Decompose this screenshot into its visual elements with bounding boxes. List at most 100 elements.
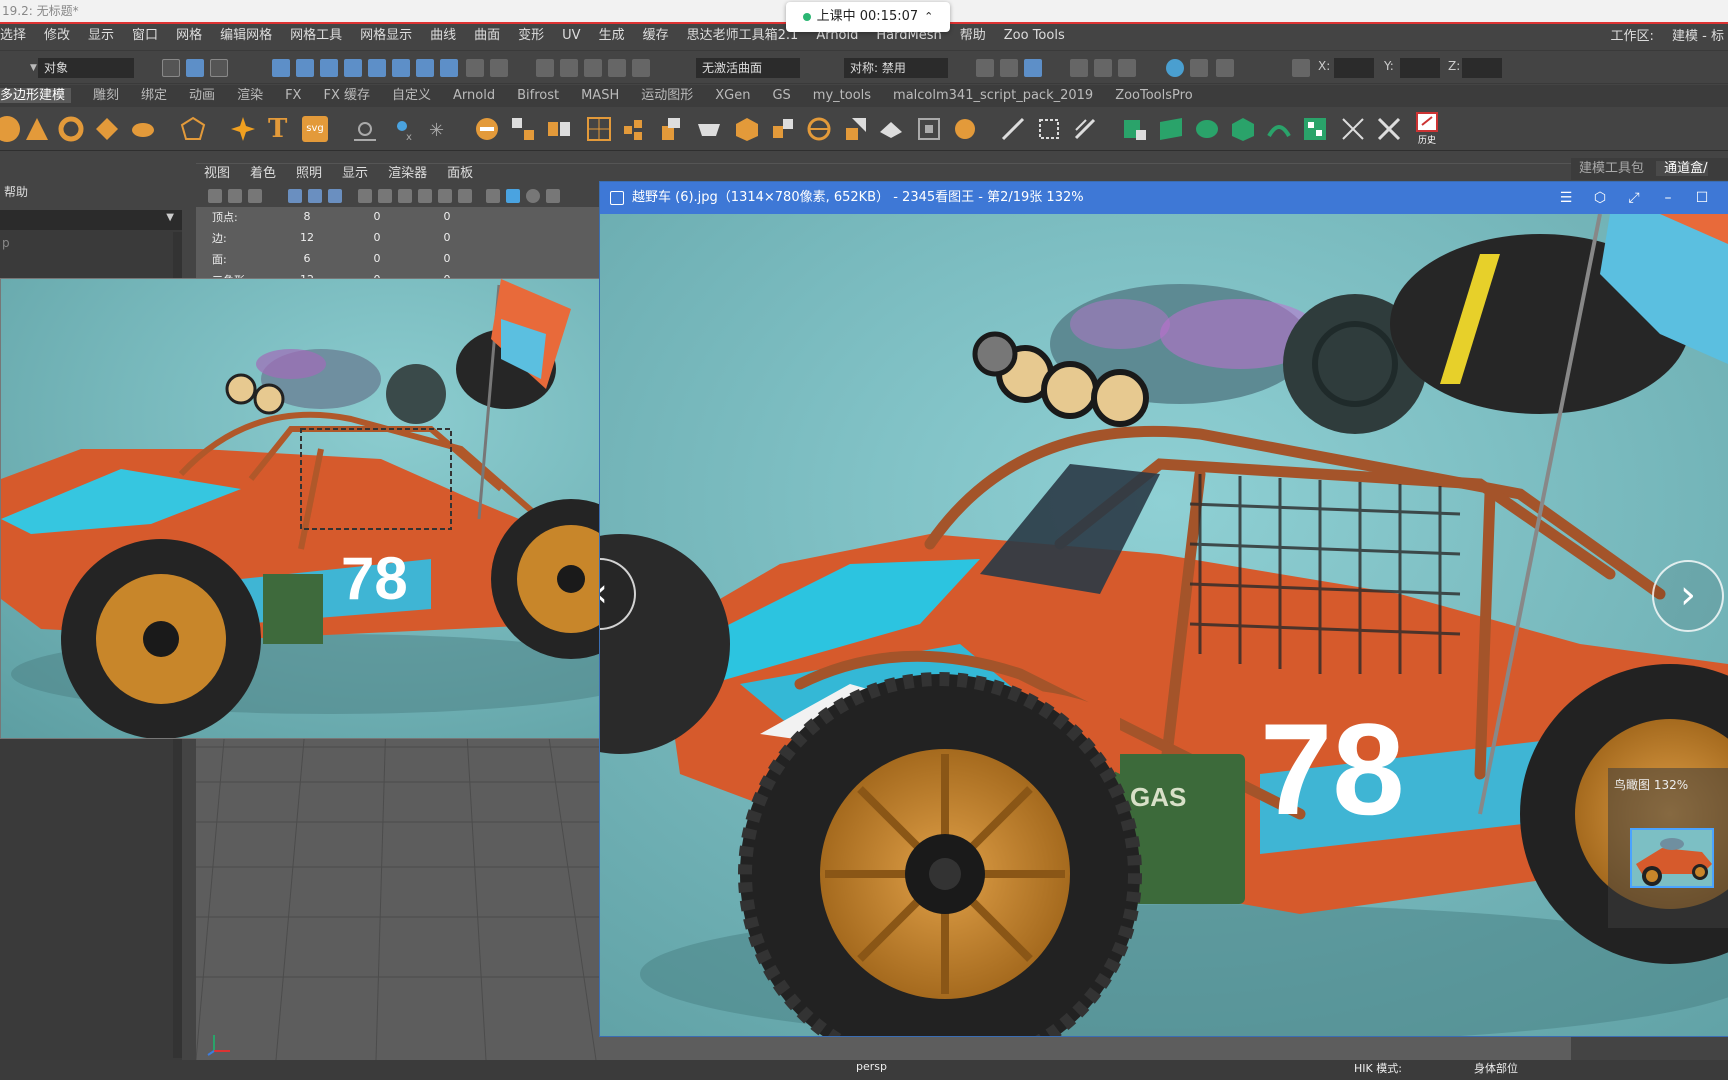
shelf-tab[interactable]: 自定义 <box>392 88 431 103</box>
select-by-hierarchy-icon[interactable] <box>162 59 180 77</box>
construction-history-icon[interactable] <box>584 59 602 77</box>
tab-modeling-toolkit[interactable]: 建模工具包 <box>1571 161 1652 176</box>
snap-curve-icon[interactable] <box>296 59 314 77</box>
x-input[interactable] <box>1334 58 1374 78</box>
measure-icon[interactable] <box>352 116 378 142</box>
multi-cut-icon[interactable] <box>806 116 832 142</box>
selection-mode-dropdown[interactable]: 对象 <box>38 58 134 78</box>
symmetry-dropdown[interactable]: 对称: 禁用 <box>844 58 948 78</box>
shade-wireframe-icon[interactable] <box>526 189 540 203</box>
shelf-tab[interactable]: FX <box>285 88 301 103</box>
menu-item[interactable]: 曲面 <box>474 28 500 43</box>
skin-icon[interactable]: ⬡ <box>1588 182 1612 214</box>
connect-icon[interactable] <box>878 116 904 142</box>
select-camera-icon[interactable] <box>208 189 222 203</box>
bevel-icon[interactable] <box>734 116 760 142</box>
menu-item[interactable]: 变形 <box>518 28 544 43</box>
text-tool-icon[interactable]: T <box>268 116 294 142</box>
viewport-menu-item[interactable]: 照明 <box>296 166 322 181</box>
navigator-thumbnail[interactable] <box>1630 828 1714 888</box>
reduce-icon[interactable] <box>622 116 648 142</box>
offset-edge-loop-icon[interactable] <box>1072 116 1098 142</box>
image-canvas[interactable]: 78 GAS ‹ › <box>600 214 1728 1036</box>
snowflake-icon[interactable]: ✳ <box>426 116 452 142</box>
uv-sew-icon[interactable] <box>1376 116 1402 142</box>
poly-sphere-icon[interactable] <box>0 116 20 142</box>
viewport-menu-item[interactable]: 渲染器 <box>388 166 427 181</box>
fill-hole-icon[interactable] <box>770 116 796 142</box>
platonic-solid-icon[interactable] <box>180 116 206 142</box>
menu-icon[interactable]: ☰ <box>1554 182 1578 214</box>
poly-torus-icon[interactable] <box>58 116 84 142</box>
z-input[interactable] <box>1462 58 1502 78</box>
uv-layout-icon[interactable] <box>1122 116 1148 142</box>
shelf-tab[interactable]: Arnold <box>453 88 495 103</box>
maximize-icon[interactable]: ☐ <box>1690 182 1714 214</box>
render-current-frame-icon[interactable] <box>1070 59 1088 77</box>
y-input[interactable] <box>1400 58 1440 78</box>
svg-tool-icon[interactable]: svg <box>302 116 328 142</box>
ipr-render-icon[interactable] <box>1094 59 1112 77</box>
left-panel-dropdown[interactable]: ▼ <box>0 210 182 230</box>
transform-icon[interactable] <box>1292 59 1310 77</box>
next-image-button[interactable]: › <box>1652 560 1724 632</box>
outliner-item[interactable]: p <box>2 236 10 250</box>
uv-cube-icon[interactable] <box>1230 116 1256 142</box>
history-shelf-button[interactable]: 历史 <box>1414 111 1440 147</box>
wireframe-icon[interactable] <box>486 189 500 203</box>
image-viewer-window[interactable]: 越野车 (6).jpg（1314×780像素, 652KB） - 2345看图王… <box>600 182 1728 1036</box>
recording-badge[interactable]: 上课中 00:15:07 ⌃ <box>786 2 950 32</box>
menu-item[interactable]: 窗口 <box>132 28 158 43</box>
poly-disc-icon[interactable] <box>130 116 156 142</box>
shelf-tab[interactable]: 多边形建模 <box>0 88 72 103</box>
shelf-tab[interactable]: Bifrost <box>517 88 559 103</box>
shelf-tab[interactable]: my_tools <box>813 88 871 103</box>
pause-icon[interactable] <box>1216 59 1234 77</box>
super-shape-icon[interactable] <box>230 116 256 142</box>
hypershade-icon[interactable] <box>1166 59 1184 77</box>
film-gate-icon[interactable] <box>378 189 392 203</box>
snap-surface-icon[interactable] <box>368 59 386 77</box>
shelf-tab[interactable]: 绑定 <box>141 88 167 103</box>
render-settings-icon[interactable] <box>1024 59 1042 77</box>
menu-item[interactable]: 选择 <box>0 28 26 43</box>
two-d-pan-icon[interactable] <box>308 189 322 203</box>
help-icon[interactable] <box>440 59 458 77</box>
menu-item[interactable]: UV <box>562 28 580 43</box>
redo-icon[interactable] <box>608 59 626 77</box>
arnold-render-icon[interactable] <box>1190 59 1208 77</box>
uv-checker-icon[interactable] <box>1302 116 1328 142</box>
safe-action-icon[interactable] <box>458 189 472 203</box>
poly-diamond-icon[interactable] <box>94 116 120 142</box>
combine-icon[interactable] <box>474 116 500 142</box>
magnet-icon[interactable] <box>490 59 508 77</box>
crease-icon[interactable] <box>916 116 942 142</box>
minimize-icon[interactable]: – <box>1656 182 1680 214</box>
camera-attributes-icon[interactable] <box>228 189 242 203</box>
camera-icon[interactable] <box>976 59 994 77</box>
snap-vertex-icon[interactable] <box>416 59 434 77</box>
image-plane-icon[interactable] <box>288 189 302 203</box>
shelf-tab[interactable]: malcolm341_script_pack_2019 <box>893 88 1093 103</box>
shelf-tab[interactable]: 运动图形 <box>641 88 693 103</box>
menu-item[interactable]: 显示 <box>88 28 114 43</box>
uv-cut-icon[interactable] <box>1340 116 1366 142</box>
shelf-tab[interactable]: ZooToolsPro <box>1115 88 1192 103</box>
pivot-icon[interactable]: x <box>392 116 418 143</box>
poly-cone-icon[interactable] <box>24 116 50 142</box>
shelf-tab[interactable]: 动画 <box>189 88 215 103</box>
smooth-icon[interactable] <box>586 116 612 142</box>
menu-item[interactable]: 帮助 <box>960 28 986 43</box>
target-weld-icon[interactable] <box>842 116 868 142</box>
field-chart-icon[interactable] <box>438 189 452 203</box>
insert-edge-loop-icon[interactable] <box>1036 116 1062 142</box>
viewport-menu-item[interactable]: 显示 <box>342 166 368 181</box>
history-input-icon[interactable] <box>536 59 554 77</box>
snap-view-plane-icon[interactable] <box>344 59 362 77</box>
left-panel-help-menu[interactable]: 帮助 <box>4 183 28 200</box>
menu-item[interactable]: 编辑网格 <box>220 28 272 43</box>
slide-edge-icon[interactable] <box>952 116 978 142</box>
undo-icon[interactable] <box>632 59 650 77</box>
menu-item[interactable]: 思达老师工具箱2.1 <box>687 28 799 43</box>
grease-pencil-icon[interactable] <box>328 189 342 203</box>
